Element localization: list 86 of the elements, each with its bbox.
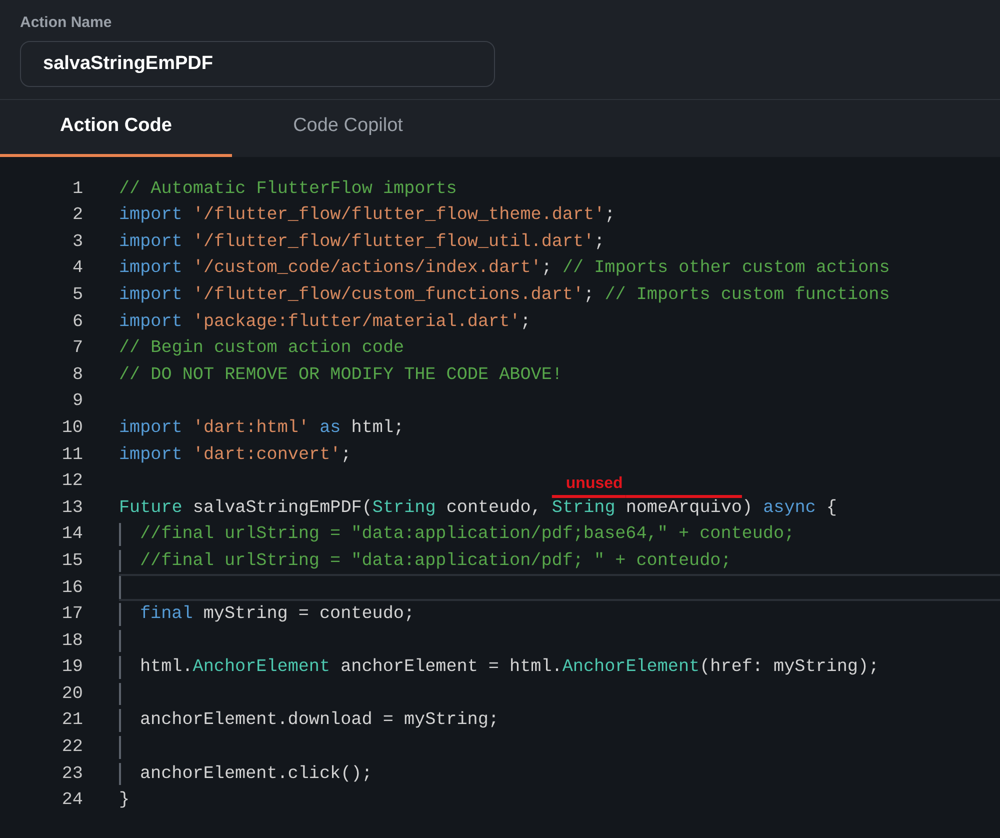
code-token: '/custom_code/actions/index.dart' xyxy=(192,257,542,280)
code-token: myString = conteudo; xyxy=(202,603,415,626)
code-token: '/flutter_flow/flutter_flow_theme.dart' xyxy=(192,204,605,228)
line-number: 12 xyxy=(60,470,83,494)
code-token: ; xyxy=(520,310,531,334)
line-number: 23 xyxy=(60,762,83,786)
code-token: ; xyxy=(604,204,616,228)
code-token: String xyxy=(372,496,436,520)
code-token: anchorElement.download = myString; xyxy=(140,709,499,732)
indent-guide xyxy=(119,762,121,786)
code-token: { xyxy=(825,496,837,520)
code-token: ; xyxy=(594,230,605,254)
code-token: 'package:flutter/material.dart' xyxy=(192,310,520,334)
line-number: 7 xyxy=(71,337,83,360)
code-token: nomeArquivo xyxy=(626,498,742,518)
code-token: import xyxy=(119,284,184,307)
line-number: 19 xyxy=(60,656,83,680)
line-number: 16 xyxy=(60,576,83,600)
code-token: // DO NOT REMOVE OR MODIFY THE CODE ABOVE! xyxy=(119,364,562,387)
code-token: AnchorElement xyxy=(562,656,700,680)
code-token: 'dart:convert' xyxy=(192,444,341,467)
line-number: 20 xyxy=(60,682,83,706)
code-token: ; xyxy=(541,257,553,280)
field-label: Action Name xyxy=(20,13,113,33)
line-number: 5 xyxy=(71,284,83,307)
code-token: html. xyxy=(140,656,193,680)
line-number: 1 xyxy=(71,178,83,201)
indent-guide xyxy=(119,576,121,599)
line-number: 17 xyxy=(60,603,83,626)
annotation-label: unused xyxy=(566,476,623,492)
line-number: 18 xyxy=(60,630,83,653)
line-number: 2 xyxy=(71,204,83,228)
line-number: 22 xyxy=(60,736,83,760)
line-number: 4 xyxy=(71,257,83,280)
code-token: import xyxy=(119,444,184,467)
indent-guide xyxy=(119,550,121,572)
code-token: '/flutter_flow/flutter_flow_util.dart' xyxy=(192,230,594,254)
code-token: '/flutter_flow/custom_functions.dart' xyxy=(192,284,584,307)
code-token: import xyxy=(119,310,184,334)
code-token: // Automatic FlutterFlow imports xyxy=(119,178,457,201)
code-token: } xyxy=(119,789,130,812)
line-number: 3 xyxy=(71,230,83,254)
code-token: import xyxy=(119,204,184,228)
line-number: 24 xyxy=(60,789,83,812)
line-number: 10 xyxy=(60,416,83,440)
code-token: // Imports other custom actions xyxy=(562,257,890,280)
indent-guide xyxy=(119,630,121,652)
line-number: 15 xyxy=(60,550,83,573)
code-token: //final urlString = "data:application/pdf;base64," + conteudo; xyxy=(140,523,795,546)
code-token: // Begin custom action code xyxy=(119,337,404,360)
code-token: anchorElement.click(); xyxy=(140,762,372,786)
code-token: import xyxy=(119,416,184,440)
indent-guide xyxy=(119,709,121,732)
line-number: 11 xyxy=(60,444,83,467)
code-token: Future xyxy=(119,496,182,520)
code-token: //final urlString = "data:application/pdf; " + conteudo; xyxy=(140,550,732,573)
line-number: 9 xyxy=(71,390,83,414)
code-token: String xyxy=(552,498,616,518)
action-name-field[interactable]: salvaStringEmPDF xyxy=(20,40,495,86)
code-token: final xyxy=(140,603,193,626)
code-token: (href: myString); xyxy=(700,656,880,680)
code-token: import xyxy=(119,257,184,280)
indent-guide xyxy=(119,603,121,626)
code-token: ; xyxy=(340,444,352,467)
code-token: AnchorElement xyxy=(192,656,330,680)
code-token: ) xyxy=(742,496,754,520)
code-token: html; xyxy=(350,416,404,440)
line-number: 21 xyxy=(60,709,83,732)
code-token: salvaStringEmPDF( xyxy=(192,496,372,520)
indent-guide xyxy=(119,736,121,759)
indent-guide xyxy=(119,682,121,706)
code-token: ; xyxy=(584,284,596,307)
tab[interactable]: Code Copilot xyxy=(232,100,464,156)
line-number: 6 xyxy=(71,310,83,334)
code-token: // Imports custom functions xyxy=(604,284,890,307)
line-number: 14 xyxy=(60,523,83,546)
indent-guide xyxy=(119,523,121,546)
code-token: 'dart:html' xyxy=(192,416,310,440)
code-token: as xyxy=(320,416,341,440)
indent-guide xyxy=(119,656,121,679)
code-token: import xyxy=(119,230,184,254)
code-token: conteudo, xyxy=(445,496,542,520)
line-number: 8 xyxy=(71,364,83,387)
code-token: async xyxy=(763,496,816,520)
code-token: anchorElement = html. xyxy=(340,656,562,680)
line-number: 13 xyxy=(60,496,83,520)
